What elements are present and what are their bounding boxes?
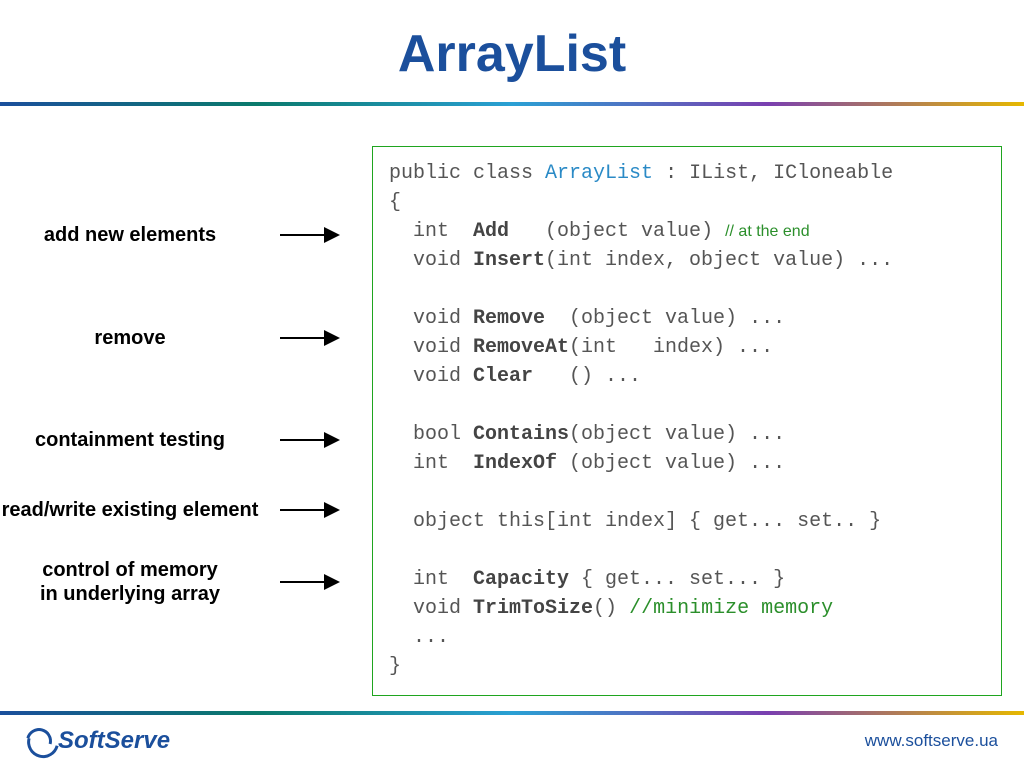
code-text: void xyxy=(389,249,473,272)
code-text: void xyxy=(389,307,473,330)
code-text: int xyxy=(389,568,473,591)
code-text: bool xyxy=(389,423,473,446)
code-comment: // at the end xyxy=(725,223,810,240)
arrow-icon xyxy=(280,330,340,346)
label-memory: control of memory in underlying array xyxy=(0,558,340,606)
code-typename: ArrayList xyxy=(545,162,653,185)
code-method: TrimToSize xyxy=(473,597,593,620)
footer-bar: SoftServe www.softserve.ua xyxy=(0,715,1024,767)
code-text: () xyxy=(593,597,629,620)
code-text: int xyxy=(389,220,473,243)
code-method: Insert xyxy=(473,249,545,272)
content-area: add new elements remove containment test… xyxy=(0,106,1024,666)
code-box: public class ArrayList : IList, ICloneab… xyxy=(372,146,1002,696)
arrow-icon xyxy=(280,432,340,448)
code-text: () ... xyxy=(533,365,641,388)
label-readwrite: read/write existing element xyxy=(0,498,340,522)
label-add: add new elements xyxy=(0,223,340,247)
code-text: (object value) ... xyxy=(569,423,785,446)
code-text: (int index, object value) ... xyxy=(545,249,893,272)
label-containment: containment testing xyxy=(0,428,340,452)
arrow-icon xyxy=(280,574,340,590)
label-line: in underlying array xyxy=(40,583,220,605)
code-method: Capacity xyxy=(473,568,569,591)
code-text: (int index) ... xyxy=(569,336,773,359)
code-text: int xyxy=(389,452,473,475)
label-text: remove xyxy=(0,326,260,350)
code-comment: //minimize memory xyxy=(629,597,833,620)
code-text: (object value) ... xyxy=(545,307,785,330)
code-text: { xyxy=(389,191,401,214)
brand-name: SoftServe xyxy=(58,727,170,755)
arrow-icon xyxy=(280,502,340,518)
code-method: Add xyxy=(473,220,509,243)
footer-url: www.softserve.ua xyxy=(865,731,998,751)
code-text: void xyxy=(389,597,473,620)
code-method: Clear xyxy=(473,365,533,388)
footer: SoftServe www.softserve.ua xyxy=(0,711,1024,767)
label-text: containment testing xyxy=(0,428,260,452)
code-text: { get... set... } xyxy=(569,568,785,591)
code-text: (object value) xyxy=(509,220,725,243)
code-text: (object value) ... xyxy=(557,452,785,475)
logo-icon xyxy=(21,723,57,759)
arrow-icon xyxy=(280,227,340,243)
page-title: ArrayList xyxy=(0,0,1024,102)
label-text: read/write existing element xyxy=(0,498,260,522)
code-text: void xyxy=(389,336,473,359)
code-method: Contains xyxy=(473,423,569,446)
code-text: public class xyxy=(389,162,545,185)
brand-logo: SoftServe xyxy=(26,727,170,755)
label-remove: remove xyxy=(0,326,340,350)
code-text: : IList, ICloneable xyxy=(653,162,893,185)
code-method: Remove xyxy=(473,307,545,330)
code-text: ... xyxy=(389,626,449,649)
label-text: control of memory in underlying array xyxy=(0,558,260,606)
label-line: control of memory xyxy=(42,559,218,581)
code-method: RemoveAt xyxy=(473,336,569,359)
label-text: add new elements xyxy=(0,223,260,247)
code-text: } xyxy=(389,655,401,678)
code-text: void xyxy=(389,365,473,388)
code-text: object this[int index] { get... set.. } xyxy=(389,510,881,533)
code-method: IndexOf xyxy=(473,452,557,475)
